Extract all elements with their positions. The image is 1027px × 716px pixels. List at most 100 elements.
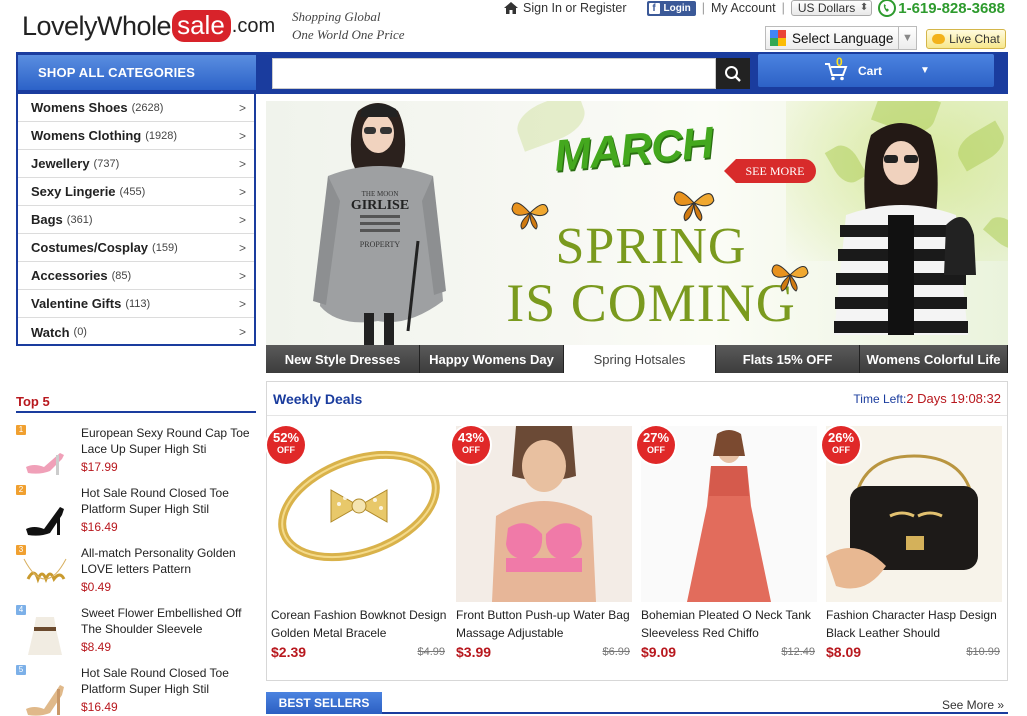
category-item[interactable]: Womens Shoes (2628) >	[18, 94, 254, 122]
site-logo[interactable]: LovelyWhole sale .com	[22, 8, 275, 44]
discount-badge: 43% OFF	[452, 426, 490, 464]
deal-price: $2.39	[271, 644, 307, 660]
currency-select[interactable]: US Dollars	[790, 0, 873, 16]
category-item[interactable]: Sexy Lingerie (455) >	[18, 178, 254, 206]
deal-title[interactable]: Front Button Push-up Water Bag Massage A…	[456, 606, 632, 642]
category-name: Sexy Lingerie	[31, 184, 116, 199]
logo-text-1: LovelyWhole	[22, 10, 172, 41]
see-more-link[interactable]: See More »	[942, 698, 1004, 712]
product-name[interactable]: All-match Personality Golden LOVE letter…	[81, 545, 253, 577]
tagline: Shopping Global One World One Price	[292, 8, 405, 44]
discount-badge: 26% OFF	[822, 426, 860, 464]
weekly-deals-title: Weekly Deals	[273, 390, 363, 407]
product-thumbnail[interactable]	[20, 429, 70, 479]
svg-text:PROPERTY: PROPERTY	[360, 240, 401, 249]
promo-banner[interactable]: THE MOON GIRLISE PROPERTY MARCH SEE MORE…	[266, 101, 1008, 345]
home-icon	[504, 2, 518, 14]
discount-off-label: OFF	[832, 445, 850, 455]
deal-card[interactable]: 52% OFF Corean Fashion Bowknot Design Gold…	[267, 426, 447, 676]
deal-card[interactable]: 43% OFF Front Button Push-up Water Bag Mas…	[452, 426, 632, 676]
banner-tab[interactable]: Flats 15% OFF	[716, 345, 860, 373]
sign-in-link[interactable]: Sign In or Register	[523, 1, 627, 15]
category-item[interactable]: Bags (361) >	[18, 206, 254, 234]
search-button[interactable]	[716, 58, 750, 89]
product-price: $0.49	[81, 580, 112, 594]
phone-icon	[878, 0, 897, 17]
cart-button[interactable]: 0 Cart ▼	[758, 54, 994, 87]
language-select[interactable]: Select Language ▼	[765, 26, 917, 50]
deal-title[interactable]: Bohemian Pleated O Neck Tank Sleeveless …	[641, 606, 817, 642]
category-item[interactable]: Womens Clothing (1928) >	[18, 122, 254, 150]
product-name[interactable]: European Sexy Round Cap Toe Lace Up Supe…	[81, 425, 253, 457]
top5-item[interactable]: 5 Hot Sale Round Closed Toe Platform Supe…	[16, 665, 256, 716]
banner-tab[interactable]: Happy Womens Day	[420, 345, 564, 373]
category-name: Jewellery	[31, 156, 90, 171]
search-input[interactable]	[272, 58, 716, 89]
top-bar: Sign In or Register f Login | My Account …	[504, 0, 1005, 17]
product-price: $17.99	[81, 460, 118, 474]
category-name: Valentine Gifts	[31, 296, 122, 311]
discount-percent: 27%	[642, 430, 670, 445]
chat-bubble-icon	[932, 34, 946, 44]
category-count: (1928)	[145, 129, 178, 142]
category-count: (2628)	[131, 101, 164, 114]
time-left-value: 2 Days 19:08:32	[906, 391, 1001, 406]
product-name[interactable]: Sweet Flower Embellished Off The Shoulde…	[81, 605, 253, 637]
deal-card[interactable]: 26% OFF Fashion Character Hasp Design Blac…	[822, 426, 1002, 676]
deal-price: $9.09	[641, 644, 677, 660]
discount-badge: 27% OFF	[637, 426, 675, 464]
category-item[interactable]: Accessories (85) >	[18, 262, 254, 290]
live-chat-label: Live Chat	[949, 32, 1000, 46]
chevron-right-icon: >	[238, 297, 246, 311]
my-account-link[interactable]: My Account	[711, 1, 776, 15]
live-chat-button[interactable]: Live Chat	[926, 29, 1006, 49]
best-sellers-tab[interactable]: BEST SELLERS	[266, 692, 382, 714]
category-count: (159)	[152, 241, 178, 254]
chevron-right-icon: >	[238, 241, 246, 255]
time-left: Time Left:2 Days 19:08:32	[853, 391, 1001, 406]
category-item[interactable]: Costumes/Cosplay (159) >	[18, 234, 254, 262]
banner-tab[interactable]: Spring Hotsales	[564, 345, 716, 373]
banner-tabs: New Style Dresses Happy Womens Day Spring …	[266, 345, 1008, 373]
deal-title[interactable]: Fashion Character Hasp Design Black Leat…	[826, 606, 1002, 642]
chevron-right-icon: >	[238, 157, 246, 171]
language-select-label: Select Language	[792, 30, 894, 46]
deal-card[interactable]: 27% OFF Bohemian Pleated O Neck Tank Sleev…	[637, 426, 817, 676]
chevron-right-icon: >	[238, 325, 246, 339]
chevron-right-icon: >	[238, 213, 246, 227]
top5-item[interactable]: 2 Hot Sale Round Closed Toe Platform Supe…	[16, 485, 256, 545]
banner-tab[interactable]: New Style Dresses	[266, 345, 420, 373]
cart-count: 0	[836, 54, 843, 69]
category-item[interactable]: Valentine Gifts (113) >	[18, 290, 254, 318]
deal-original-price: $12.49	[781, 646, 815, 658]
product-thumbnail[interactable]	[20, 609, 70, 659]
category-item[interactable]: Jewellery (737) >	[18, 150, 254, 178]
banner-tab[interactable]: Womens Colorful Life	[860, 345, 1008, 373]
butterfly-icon	[673, 191, 715, 222]
cart-label: Cart	[858, 63, 883, 78]
category-item[interactable]: Watch (0) >	[18, 318, 254, 346]
tagline-line-2: One World One Price	[292, 27, 405, 42]
chevron-right-icon: >	[238, 101, 246, 115]
product-thumbnail[interactable]	[20, 489, 70, 539]
deal-original-price: $6.99	[602, 646, 630, 658]
category-count: (85)	[111, 269, 132, 282]
product-name[interactable]: Hot Sale Round Closed Toe Platform Super…	[81, 665, 253, 697]
chevron-down-icon: ▼	[898, 27, 916, 49]
top5-item[interactable]: 1 European Sexy Round Cap Toe Lace Up Sup…	[16, 425, 256, 485]
main-nav-bar: SHOP ALL CATEGORIES 0 Cart ▼	[16, 52, 1008, 94]
discount-percent: 43%	[457, 430, 485, 445]
product-price: $16.49	[81, 520, 118, 534]
shop-all-categories-button[interactable]: SHOP ALL CATEGORIES	[18, 55, 256, 90]
facebook-login-button[interactable]: f Login	[646, 0, 696, 16]
product-name[interactable]: Hot Sale Round Closed Toe Platform Super…	[81, 485, 253, 517]
product-thumbnail[interactable]	[20, 549, 70, 599]
deal-title[interactable]: Corean Fashion Bowknot Design Golden Met…	[271, 606, 447, 642]
banner-headline: SPRING IS COMING	[496, 219, 806, 332]
banner-see-more-button[interactable]: SEE MORE	[724, 159, 816, 183]
top5-item[interactable]: 4 Sweet Flower Embellished Off The Should…	[16, 605, 256, 665]
butterfly-icon	[771, 264, 809, 292]
deal-original-price: $10.99	[966, 646, 1000, 658]
top5-item[interactable]: 3 All-match Personality Golden LOVE lette…	[16, 545, 256, 605]
product-thumbnail[interactable]	[20, 669, 70, 716]
